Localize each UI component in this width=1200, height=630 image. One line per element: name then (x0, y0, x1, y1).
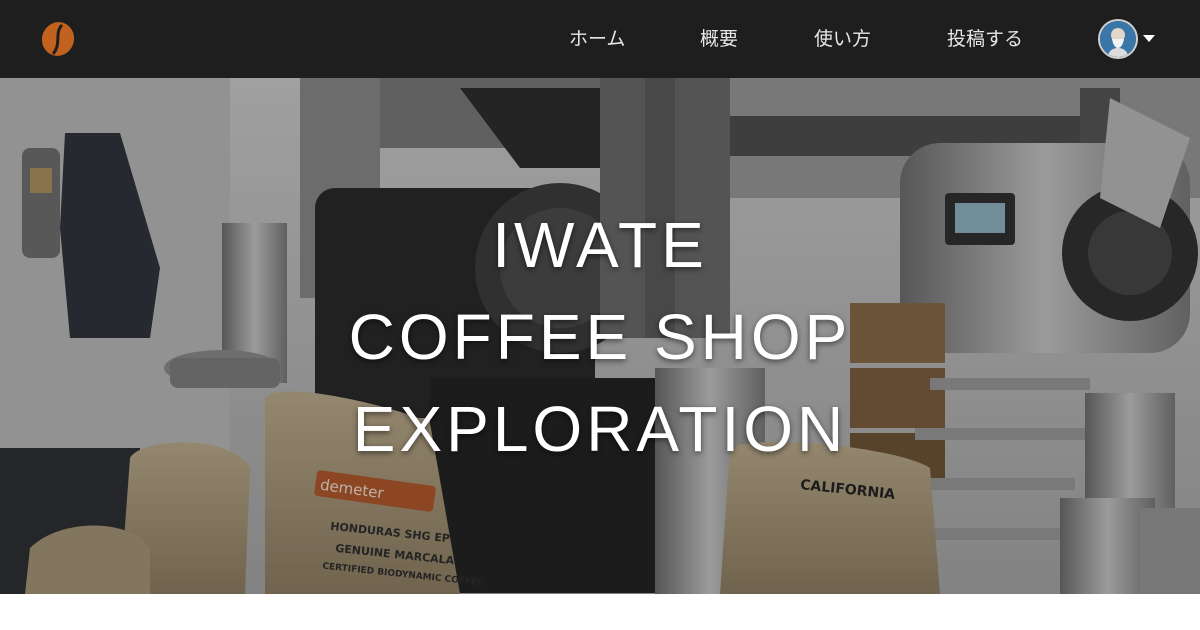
caret-down-icon[interactable] (1143, 35, 1155, 42)
nav-home-link[interactable]: ホーム (569, 26, 625, 52)
hero-title-line-3: EXPLORATION (352, 393, 848, 465)
user-avatar[interactable] (1098, 19, 1138, 59)
coffee-bean-logo-icon[interactable] (40, 21, 76, 57)
nav-post-link[interactable]: 投稿する (947, 26, 1023, 52)
nav-howto-link[interactable]: 使い方 (814, 26, 871, 52)
hero-title-line-1: IWATE (492, 209, 708, 281)
nav-about-link[interactable]: 概要 (700, 26, 738, 52)
top-navbar: ホーム 概要 使い方 投稿する (0, 0, 1200, 78)
page-content-area (0, 594, 1200, 630)
hero-title-line-2: COFFEE SHOP (348, 301, 852, 373)
hero-banner: demeter HONDURAS SHG EP GENUINE MARCALA … (0, 78, 1200, 594)
